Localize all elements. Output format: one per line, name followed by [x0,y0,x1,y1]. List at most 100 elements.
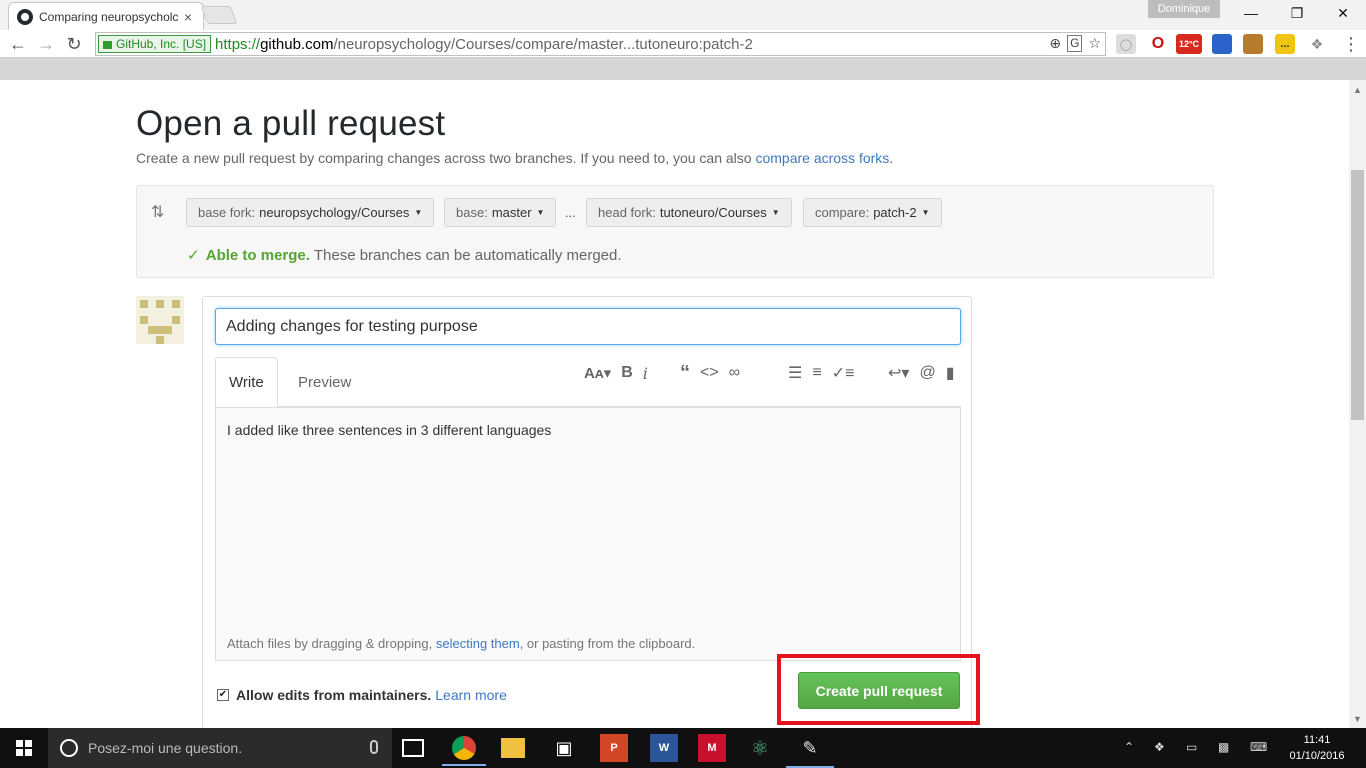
extra-toolbar: ↩▾ @ ▮ [883,361,960,385]
subtitle-text: Create a new pull request by comparing c… [136,150,756,166]
avatar[interactable] [136,296,184,344]
translate-icon[interactable]: G [1067,35,1083,52]
back-arrow-icon[interactable]: ← [6,32,30,56]
keyboard-icon[interactable]: ⌨ [1250,740,1267,754]
base-value: master [491,205,532,220]
header-text-icon[interactable]: Aᴀ▾ [584,364,611,382]
dropbox-extension-icon[interactable]: ❖ [1307,34,1327,54]
scroll-down-icon[interactable]: ▼ [1349,711,1366,727]
atom-icon[interactable]: ⚛ [746,734,774,762]
numbered-list-icon[interactable]: ≡ [812,364,821,382]
zoom-icon[interactable]: ⊕ [1049,35,1061,52]
scrollbar-thumb[interactable] [1351,170,1364,420]
url-host: github.com [260,35,334,53]
scroll-up-icon[interactable]: ▲ [1349,82,1366,98]
caret-down-icon: ▼ [771,208,780,217]
range-ellipsis: ... [565,205,576,220]
base-fork-value: neuropsychology/Courses [259,205,410,220]
paint-icon[interactable]: ✎ [786,734,834,768]
git-compare-icon: ⇅ [151,204,165,221]
page-subtitle: Create a new pull request by comparing c… [136,150,893,166]
task-view-icon[interactable] [402,739,424,757]
selecting-them-link[interactable]: selecting them [436,636,520,651]
bullet-list-icon[interactable]: ☰ [788,363,802,383]
new-tab-button[interactable] [200,6,238,24]
chrome-menu-icon[interactable]: ⋮ [1342,34,1360,54]
create-pull-request-button[interactable]: Create pull request [798,672,960,709]
tray-expand-icon[interactable]: ⌃ [1124,740,1134,754]
tab-write[interactable]: Write [215,357,278,408]
url-path: /neuropsychology/Courses/compare/master.… [333,35,753,53]
compare-label: compare: [815,205,870,220]
yellow-extension-icon[interactable]: ... [1275,34,1295,54]
clock-date: 01/10/2016 [1289,750,1345,762]
head-fork-select[interactable]: head fork: tutoneuro/Courses ▼ [586,198,792,227]
base-fork-select[interactable]: base fork: neuropsychology/Courses ▼ [186,198,435,227]
restore-button[interactable]: ❐ [1274,0,1320,26]
caret-down-icon: ▼ [536,208,545,217]
browser-tab[interactable]: Comparing neuropsycholc × [8,2,204,30]
file-explorer-icon[interactable] [501,738,525,758]
compare-across-forks-link[interactable]: compare across forks [755,150,889,166]
taskbar-clock[interactable]: 11:41 01/10/2016 [1284,732,1350,764]
code-icon[interactable]: <> [700,364,719,382]
powerpoint-icon[interactable]: P [600,734,628,762]
attach-prefix: Attach files by dragging & dropping, [227,636,436,651]
reply-icon[interactable]: ↩▾ [888,363,909,383]
browser-tabstrip: Comparing neuropsycholc × Dominique — ❐ … [0,0,1366,30]
url-scheme: https:// [215,35,261,53]
quote-icon[interactable]: “ [680,362,690,385]
opera-extension-icon[interactable]: O [1148,34,1168,54]
weather-extension-icon[interactable]: 12°C [1176,34,1202,54]
reload-icon[interactable]: ↻ [62,32,86,56]
dropbox-tray-icon[interactable]: ❖ [1154,740,1165,754]
windows-logo-icon [16,740,32,756]
learn-more-link[interactable]: Learn more [435,687,507,703]
mention-icon[interactable]: @ [919,364,935,382]
text-format-toolbar: Aᴀ▾ B i [579,361,653,385]
github-favicon-icon [17,8,33,25]
tab-close-icon[interactable]: × [181,9,195,25]
head-fork-value: tutoneuro/Courses [659,205,767,220]
cortana-icon [60,739,78,757]
battery-icon[interactable]: ▭ [1186,740,1197,754]
tab-preview[interactable]: Preview [285,357,364,407]
word-icon[interactable]: W [650,734,678,762]
mendeley-icon[interactable]: M [698,734,726,762]
profile-button[interactable]: Dominique [1148,0,1220,18]
brown-extension-icon[interactable] [1243,34,1263,54]
chrome-taskbar-icon[interactable] [442,736,486,766]
weather-badge: 12°C [1178,39,1200,49]
pr-body-textarea[interactable]: I added like three sentences in 3 differ… [215,407,961,660]
italic-icon[interactable]: i [643,364,648,383]
url-text[interactable]: https://github.com/neuropsychology/Cours… [215,36,753,53]
page-title: Open a pull request [136,104,446,143]
store-icon[interactable]: ▣ [550,734,578,762]
pr-title-input[interactable] [215,308,961,345]
base-fork-label: base fork: [198,205,256,220]
minimize-button[interactable]: — [1228,0,1274,26]
compare-branch-select[interactable]: compare: patch-2 ▼ [803,198,942,227]
compare-value: patch-2 [873,205,917,220]
allow-edits-row: ✔ Allow edits from maintainers. Learn mo… [217,687,507,703]
bold-icon[interactable]: B [621,364,633,382]
task-list-icon[interactable]: ✓≡ [832,363,855,383]
microphone-icon[interactable] [370,740,378,754]
caret-down-icon: ▼ [414,208,423,217]
notifications-icon[interactable]: ▩ [1218,740,1229,754]
cortana-search[interactable]: Posez-moi une question. [48,728,392,768]
link-icon[interactable]: ∞ [729,364,740,382]
address-bar[interactable]: GitHub, Inc. [US] https://github.com/neu… [95,32,1106,56]
security-chip[interactable]: GitHub, Inc. [US] [98,35,212,53]
bookmarks-bar [0,58,1366,80]
search-placeholder: Posez-moi une question. [88,740,243,756]
start-button[interactable] [0,728,48,768]
close-window-button[interactable]: ✕ [1320,0,1366,26]
base-branch-select[interactable]: base: master ▼ [444,198,557,227]
bookmark-icon[interactable]: ▮ [946,363,955,383]
blue-extension-icon[interactable] [1212,34,1232,54]
forward-arrow-icon[interactable]: → [34,32,58,56]
allow-edits-checkbox[interactable]: ✔ [217,689,229,701]
bookmark-star-icon[interactable]: ☆ [1088,35,1101,52]
shield-extension-icon[interactable]: ◯ [1116,34,1136,54]
